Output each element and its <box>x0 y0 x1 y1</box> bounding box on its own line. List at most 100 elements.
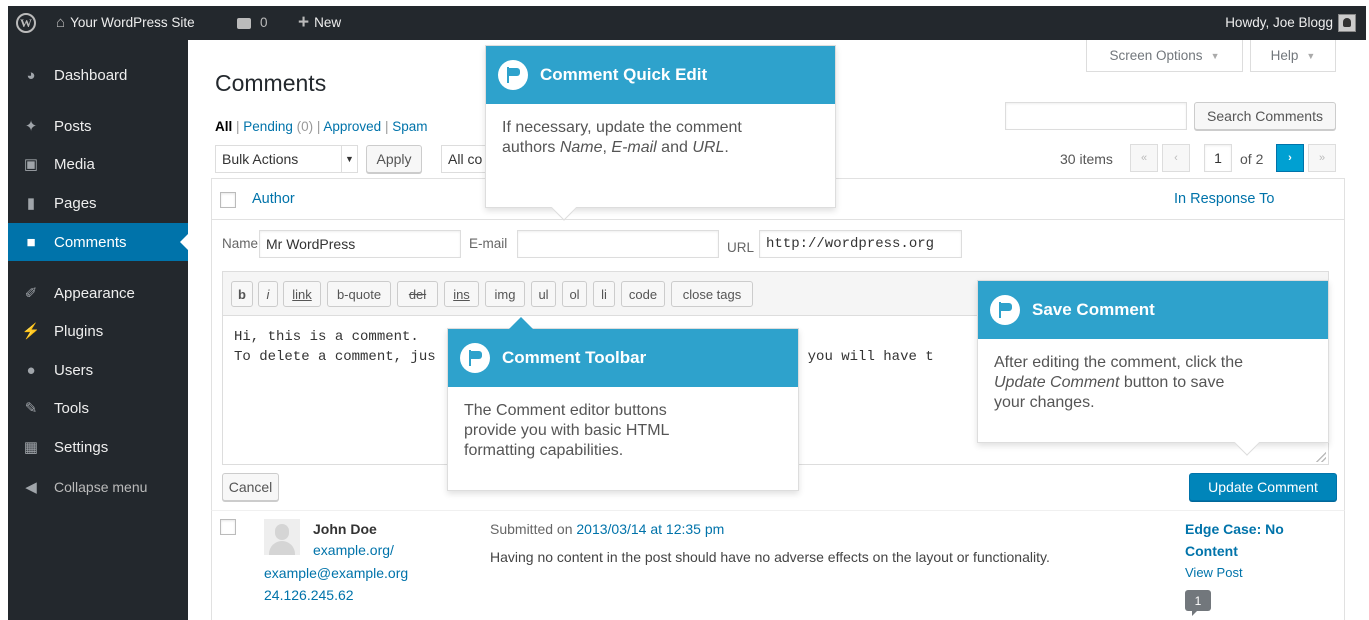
prev-page-button[interactable]: ‹ <box>1162 144 1190 172</box>
page-title: Comments <box>215 70 327 96</box>
sidebar-item-label: Pages <box>54 194 97 212</box>
sidebar-item-label: Plugins <box>54 322 104 340</box>
current-page-input[interactable]: 1 <box>1204 144 1232 172</box>
pointer-title: Comment Toolbar <box>502 348 647 367</box>
pointer-save: Save Comment After editing the comment, … <box>977 280 1329 456</box>
bulk-actions-value: Bulk Actions <box>222 151 299 167</box>
li-button[interactable]: li <box>593 281 615 307</box>
bulk-actions-select[interactable]: Bulk Actions ▼ <box>215 145 358 173</box>
wp-logo-button[interactable]: W <box>16 6 36 40</box>
url-field[interactable]: http://wordpress.org <box>759 230 962 258</box>
comment-author-url[interactable]: example.org/ <box>313 542 394 558</box>
new-content-link[interactable]: + New <box>298 6 341 40</box>
ol-button[interactable]: ol <box>562 281 587 307</box>
collapse-arrow-icon: ◀ <box>25 479 37 496</box>
sidebar-item-media[interactable]: ▣ Media <box>8 145 188 183</box>
collapse-label: Collapse menu <box>54 479 148 495</box>
settings-icon: ▦ <box>23 439 39 456</box>
sidebar-item-tools[interactable]: ✎ Tools <box>8 389 188 427</box>
table-row: John Doe example.org/ example@example.or… <box>211 510 1345 620</box>
search-input[interactable] <box>1005 102 1187 130</box>
comment-author-email[interactable]: example@example.org <box>264 565 408 581</box>
home-icon: ⌂ <box>56 14 66 31</box>
url-label: URL <box>727 240 755 255</box>
comment-author-ip[interactable]: 24.126.245.62 <box>264 587 354 603</box>
screen: W ⌂ Your WordPress Site 0 + New Howdy, J… <box>0 0 1369 620</box>
sidebar-item-pages[interactable]: ▮ Pages <box>8 184 188 222</box>
search-comments-button[interactable]: Search Comments <box>1194 102 1336 130</box>
admin-bar: W ⌂ Your WordPress Site 0 + New Howdy, J… <box>8 6 1366 40</box>
pages-icon: ▮ <box>26 195 36 212</box>
comments-count: 0 <box>260 15 268 30</box>
del-button[interactable]: del <box>397 281 438 307</box>
sidebar-item-dashboard[interactable]: ◕ Dashboard <box>8 56 188 94</box>
sidebar-item-users[interactable]: ● Users <box>8 351 188 389</box>
filter-spam[interactable]: Spam <box>392 119 427 134</box>
apply-button[interactable]: Apply <box>366 145 422 173</box>
wrench-icon: ✎ <box>24 400 38 417</box>
view-post-link[interactable]: View Post <box>1185 565 1243 580</box>
pointer-quick-edit: Comment Quick Edit If necessary, update … <box>485 45 836 221</box>
collapse-menu-button[interactable]: ◀ Collapse menu <box>8 468 188 506</box>
blockquote-button[interactable]: b-quote <box>327 281 391 307</box>
update-comment-button[interactable]: Update Comment <box>1189 473 1337 501</box>
new-label: New <box>314 15 342 30</box>
sidebar-item-label: Tools <box>54 399 90 417</box>
wordpress-logo-icon: W <box>16 13 36 33</box>
pending-count: (0) <box>296 119 314 134</box>
column-in-response-to[interactable]: In Response To <box>1174 191 1275 207</box>
my-account-link[interactable]: Howdy, Joe Blogg <box>1225 6 1356 40</box>
pointer-title: Comment Quick Edit <box>540 65 708 84</box>
sidebar-item-label: Settings <box>54 438 109 456</box>
link-button[interactable]: link <box>283 281 321 307</box>
ul-button[interactable]: ul <box>531 281 556 307</box>
sidebar-item-label: Posts <box>54 117 92 135</box>
content-line-2: To delete a comment, jus <box>234 349 436 365</box>
select-all-checkbox[interactable] <box>220 192 236 208</box>
comments-link[interactable]: 0 <box>237 6 268 40</box>
sidebar-item-posts[interactable]: ✦ Posts <box>8 107 188 145</box>
site-name: Your WordPress Site <box>70 15 195 30</box>
resize-handle-icon[interactable] <box>1316 452 1326 462</box>
post-title-link-cont[interactable]: Content <box>1185 543 1238 559</box>
img-button[interactable]: img <box>485 281 525 307</box>
sidebar-item-comments[interactable]: ■ Comments <box>8 223 188 261</box>
post-title-link[interactable]: Edge Case: No <box>1185 521 1284 537</box>
comment-icon: ■ <box>26 233 36 251</box>
comment-type-select[interactable]: All co <box>441 145 487 173</box>
last-page-button[interactable]: » <box>1308 144 1336 172</box>
italic-button[interactable]: i <box>258 281 278 307</box>
close-tags-button[interactable]: close tags <box>671 281 753 307</box>
first-page-button[interactable]: « <box>1130 144 1158 172</box>
column-author[interactable]: Author <box>252 191 295 207</box>
next-page-button[interactable]: › <box>1276 144 1304 172</box>
filter-approved[interactable]: Approved <box>323 119 381 134</box>
name-label: Name <box>222 236 259 251</box>
row-checkbox[interactable] <box>220 519 236 535</box>
sidebar-item-settings[interactable]: ▦ Settings <box>8 428 188 466</box>
triangle-down-icon: ▼ <box>1210 50 1220 61</box>
filter-all[interactable]: All <box>215 119 232 134</box>
sidebar-item-label: Users <box>54 361 94 379</box>
email-label: E-mail <box>469 236 508 251</box>
cancel-button[interactable]: Cancel <box>222 473 279 501</box>
bold-button[interactable]: b <box>231 281 253 307</box>
name-field[interactable]: Mr WordPress <box>259 230 461 258</box>
help-button[interactable]: Help ▼ <box>1250 40 1336 72</box>
ins-button[interactable]: ins <box>444 281 479 307</box>
user-avatar-icon <box>1338 14 1356 32</box>
filter-pending[interactable]: Pending <box>243 119 293 134</box>
pointer-arrow <box>509 317 533 329</box>
email-field[interactable] <box>517 230 719 258</box>
pointer-body: The Comment editor buttons provide you w… <box>464 402 670 459</box>
site-name-link[interactable]: ⌂ Your WordPress Site <box>56 6 195 40</box>
code-button[interactable]: code <box>621 281 665 307</box>
sidebar-item-appearance[interactable]: ✐ Appearance <box>8 274 188 312</box>
comment-text: Having no content in the post should hav… <box>490 549 1050 565</box>
screen-options-button[interactable]: Screen Options ▼ <box>1086 40 1243 72</box>
screen-options-label: Screen Options <box>1109 48 1203 63</box>
howdy-text: Howdy, Joe Blogg <box>1225 15 1333 30</box>
comment-date-link[interactable]: 2013/03/14 at 12:35 pm <box>576 521 724 537</box>
sidebar-item-plugins[interactable]: ⚡ Plugins <box>8 312 188 350</box>
comment-count-bubble[interactable]: 1 <box>1185 590 1211 616</box>
